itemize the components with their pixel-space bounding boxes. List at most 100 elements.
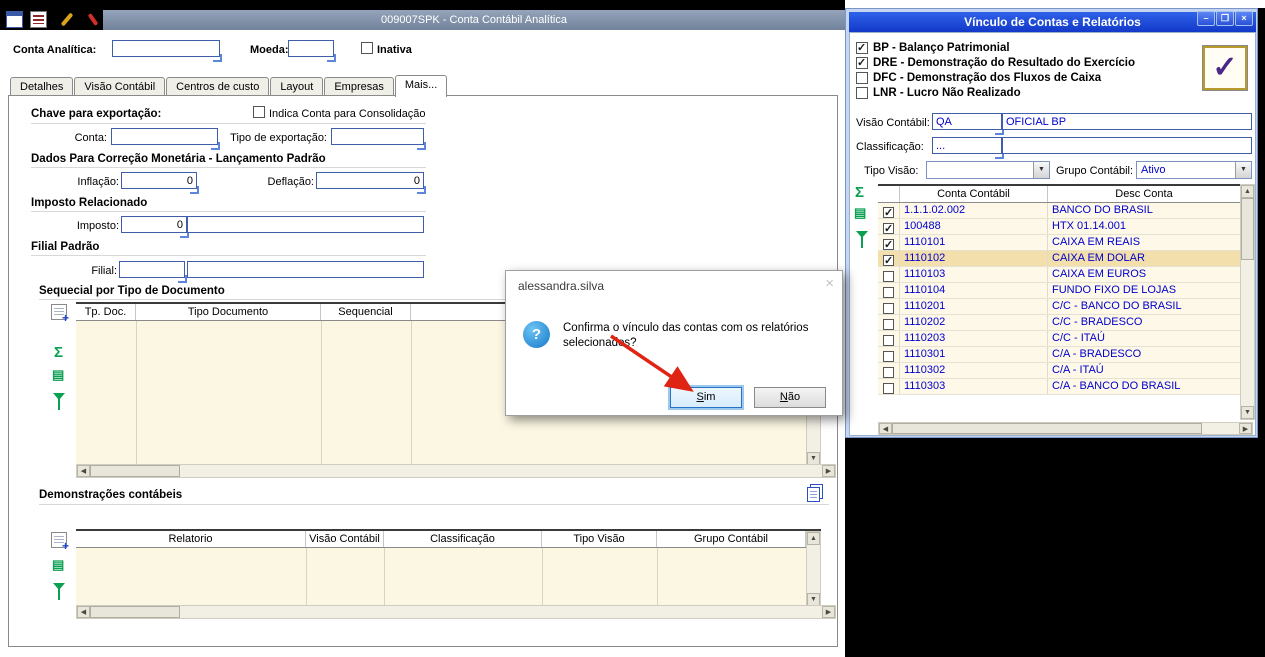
deflacao-input[interactable] (316, 172, 424, 189)
row-checkbox[interactable] (883, 351, 894, 362)
row-checkbox[interactable] (883, 383, 894, 394)
minimize-icon[interactable]: – (1197, 11, 1215, 26)
scroll-right-button[interactable]: ▶ (822, 606, 835, 618)
visao-contabil-desc-input[interactable] (1002, 113, 1252, 130)
link-grid-row[interactable]: 1110203C/C - ITAÚ (878, 331, 1240, 347)
scroll-thumb[interactable] (1241, 198, 1254, 260)
row-checkbox[interactable] (883, 303, 894, 314)
col-tipo-visao[interactable]: Tipo Visão (542, 531, 657, 547)
link-grid-vscrollbar[interactable]: ▲ ▼ (1240, 184, 1255, 420)
report-checkbox[interactable] (856, 87, 868, 99)
col-tp-doc[interactable]: Tp. Doc. (76, 304, 136, 320)
wrench-icon[interactable] (58, 11, 75, 28)
row-checkbox[interactable] (883, 255, 894, 266)
row-checkbox[interactable] (883, 287, 894, 298)
row-checkbox[interactable] (883, 239, 894, 250)
col-grupo-contabil[interactable]: Grupo Contábil (657, 531, 806, 547)
filial-code-input[interactable] (119, 261, 185, 278)
grupo-contabil-select[interactable]: Ativo ▼ (1136, 161, 1252, 179)
add-row-icon[interactable] (51, 532, 67, 548)
filter-icon[interactable] (856, 231, 868, 238)
tab-vis-o-cont-bil[interactable]: Visão Contábil (74, 77, 165, 95)
sigma-icon[interactable]: Σ (855, 185, 864, 200)
scroll-down-button[interactable]: ▼ (1241, 406, 1254, 419)
link-grid-row[interactable]: 1110301C/A - BRADESCO (878, 347, 1240, 363)
scroll-right-button[interactable]: ▶ (822, 465, 835, 477)
link-grid-row[interactable]: 1110102CAIXA EM DOLAR (878, 251, 1240, 267)
link-grid-row[interactable]: 1.1.1.02.002BANCO DO BRASIL (878, 203, 1240, 219)
row-checkbox[interactable] (883, 319, 894, 330)
demonstracoes-grid-vscrollbar[interactable]: ▲ ▼ (806, 531, 821, 607)
scroll-thumb[interactable] (892, 423, 1202, 434)
report-checkbox[interactable] (856, 57, 868, 69)
add-row-icon[interactable] (51, 304, 67, 320)
tab-layout[interactable]: Layout (270, 77, 323, 95)
scroll-left-button[interactable]: ◀ (77, 465, 90, 477)
consolidacao-checkbox[interactable] (253, 106, 265, 118)
link-grid-row[interactable]: 100488HTX 01.14.001 (878, 219, 1240, 235)
row-checkbox[interactable] (883, 207, 894, 218)
link-grid-hscrollbar[interactable]: ◀ ▶ (878, 422, 1253, 435)
scroll-right-button[interactable]: ▶ (1239, 423, 1252, 434)
filial-desc-input[interactable] (187, 261, 424, 278)
demonstracoes-grid-hscrollbar[interactable]: ◀ ▶ (76, 605, 836, 619)
conta-input[interactable] (111, 128, 218, 145)
link-grid-row[interactable]: 1110303C/A - BANCO DO BRASIL (878, 379, 1240, 395)
scroll-thumb[interactable] (90, 606, 180, 618)
report-checkbox[interactable] (856, 72, 868, 84)
scroll-up-button[interactable]: ▲ (1241, 185, 1254, 198)
moeda-input[interactable] (288, 40, 334, 57)
row-checkbox[interactable] (883, 271, 894, 282)
row-checkbox[interactable] (883, 367, 894, 378)
link-grid-row[interactable]: 1110101CAIXA EM REAIS (878, 235, 1240, 251)
demonstracoes-grid-body[interactable] (76, 548, 806, 605)
scroll-left-button[interactable]: ◀ (879, 423, 892, 434)
tab-detalhes[interactable]: Detalhes (10, 77, 73, 95)
no-button[interactable]: Não (754, 387, 826, 408)
link-grid-row[interactable]: 1110104FUNDO FIXO DE LOJAS (878, 283, 1240, 299)
export-grid-icon[interactable]: ▤ (52, 558, 64, 571)
col-desc-conta[interactable]: Desc Conta (1048, 186, 1240, 202)
visao-contabil-code-input[interactable] (932, 113, 1002, 130)
link-grid-row[interactable]: 1110202C/C - BRADESCO (878, 315, 1240, 331)
link-grid-row[interactable]: 1110302C/A - ITAÚ (878, 363, 1240, 379)
col-relatorio[interactable]: Relatorio (76, 531, 306, 547)
link-grid-row[interactable]: 1110201C/C - BANCO DO BRASIL (878, 299, 1240, 315)
row-checkbox[interactable] (883, 335, 894, 346)
tab-centros-de-custo[interactable]: Centros de custo (166, 77, 269, 95)
scroll-thumb[interactable] (90, 465, 180, 477)
copy-form-icon[interactable] (807, 487, 820, 502)
col-visao-contabil[interactable]: Visão Contábil (306, 531, 384, 547)
inflacao-input[interactable] (121, 172, 197, 189)
tab-empresas[interactable]: Empresas (324, 77, 394, 95)
tab-mais[interactable]: Mais... (395, 75, 447, 97)
dropdown-arrow-icon[interactable]: ▼ (1033, 162, 1049, 178)
inativa-checkbox[interactable] (361, 42, 373, 54)
tipo-visao-select[interactable]: ▼ (926, 161, 1050, 179)
sequencial-grid-hscrollbar[interactable]: ◀ ▶ (76, 464, 836, 478)
link-grid-row[interactable]: 1110103CAIXA EM EUROS (878, 267, 1240, 283)
imposto-desc-input[interactable] (187, 216, 424, 233)
export-grid-icon[interactable]: ▤ (52, 368, 64, 381)
brush-icon[interactable] (84, 11, 101, 28)
close-icon[interactable]: × (1235, 11, 1253, 26)
dropdown-arrow-icon[interactable]: ▼ (1235, 162, 1251, 178)
confirm-icon[interactable]: ✓ (1203, 46, 1247, 90)
row-checkbox[interactable] (883, 223, 894, 234)
imposto-code-input[interactable] (121, 216, 187, 233)
col-sequencial[interactable]: Sequencial (321, 304, 411, 320)
col-classificacao[interactable]: Classificação (384, 531, 542, 547)
filter-icon[interactable] (53, 393, 65, 400)
col-tipo-documento[interactable]: Tipo Documento (136, 304, 321, 320)
conta-analitica-input[interactable] (112, 40, 220, 57)
list-icon[interactable] (30, 11, 47, 28)
col-conta-contabil[interactable]: Conta Contábil (900, 186, 1048, 202)
sigma-icon[interactable]: Σ (54, 345, 63, 360)
export-grid-icon[interactable]: ▤ (854, 206, 866, 219)
tipo-exportacao-input[interactable] (331, 128, 424, 145)
report-checkbox[interactable] (856, 42, 868, 54)
classificacao-code-input[interactable] (932, 137, 1002, 154)
scroll-up-button[interactable]: ▲ (807, 532, 820, 545)
maximize-icon[interactable]: ❒ (1216, 11, 1234, 26)
scroll-left-button[interactable]: ◀ (77, 606, 90, 618)
